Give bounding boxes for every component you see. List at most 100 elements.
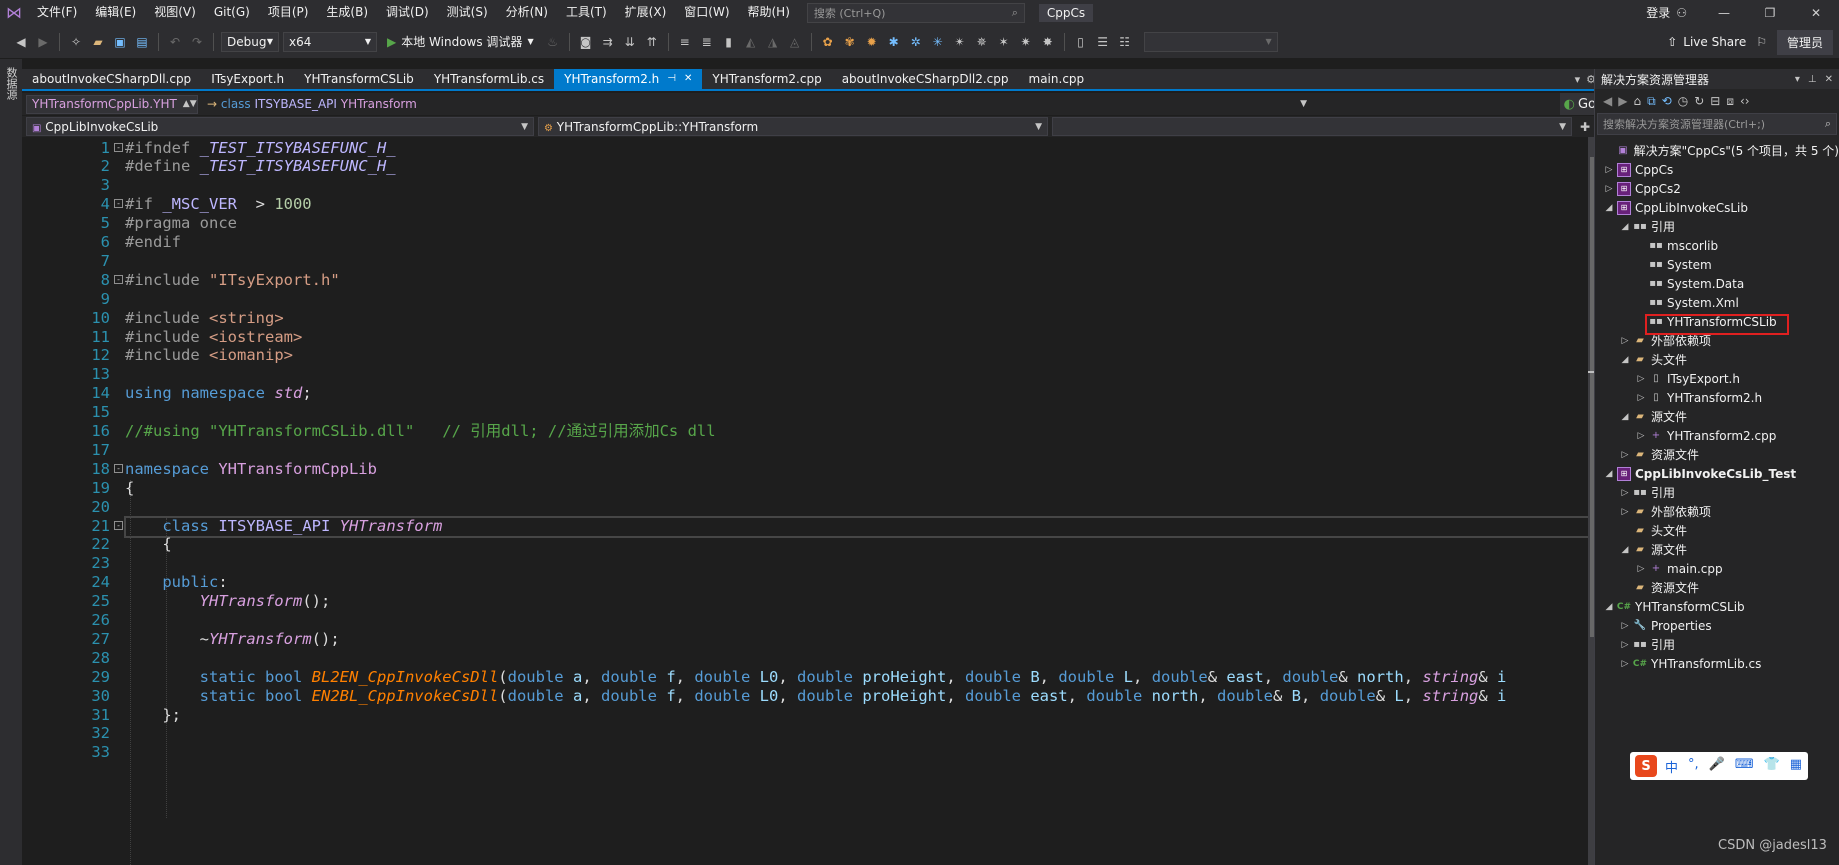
tab-aboutinvokecsharpdll-cpp[interactable]: aboutInvokeCSharpDll.cpp (22, 69, 201, 89)
tree-item[interactable]: ▷ ▰ 资源文件 (1595, 445, 1839, 464)
member-select[interactable]: ⚙ YHTransformCppLib::YHTransform ▼ (538, 117, 1048, 136)
project-select[interactable]: ▣ CppLibInvokeCsLib ▼ (26, 117, 534, 136)
menu-item[interactable]: 调试(D) (377, 0, 438, 25)
collapsed-arrow-icon[interactable]: ▷ (1619, 621, 1631, 631)
collapsed-arrow-icon[interactable]: ▷ (1619, 640, 1631, 650)
menu-item[interactable]: 帮助(H) (739, 0, 799, 25)
tab-dropdown-icon[interactable]: ▾ (1575, 73, 1581, 86)
next-bookmark-icon[interactable]: ◮ (764, 33, 782, 51)
output-icon[interactable]: ✸ (1039, 33, 1057, 51)
collapsed-arrow-icon[interactable]: ▷ (1619, 659, 1631, 669)
collapsed-arrow-icon[interactable]: ▷ (1619, 450, 1631, 460)
ime-item[interactable]: 👕 (1764, 757, 1780, 776)
configuration-select[interactable]: Debug ▼ (221, 31, 279, 52)
tree-item[interactable]: ▰ 头文件 (1595, 521, 1839, 540)
tree-item[interactable]: ▷ 🔧 Properties (1595, 616, 1839, 635)
ime-item[interactable]: °, (1688, 757, 1699, 776)
save-icon[interactable]: ▣ (111, 33, 129, 51)
tree-item[interactable]: ▷ ▪▪ 引用 (1595, 483, 1839, 502)
expanded-arrow-icon[interactable]: ◢ (1603, 469, 1615, 479)
tab-main-cpp[interactable]: main.cpp (1019, 69, 1095, 89)
forward-icon[interactable]: ▶ (1618, 94, 1627, 108)
tab-itsyexport-h[interactable]: ITsyExport.h (201, 69, 294, 89)
tree-item[interactable]: ▷ ▯ YHTransform2.h (1595, 388, 1839, 407)
find-icon[interactable]: ✹ (863, 33, 881, 51)
tab-aboutinvokecsharpdll2-cpp[interactable]: aboutInvokeCSharpDll2.cpp (832, 69, 1019, 89)
tree-item[interactable]: ◢ C# YHTransformCSLib (1595, 597, 1839, 616)
tree-item[interactable]: ▪▪ System.Data (1595, 274, 1839, 293)
expanded-arrow-icon[interactable]: ◢ (1619, 545, 1631, 555)
menu-item[interactable]: 生成(B) (317, 0, 377, 25)
ime-item[interactable]: 🎤 (1709, 757, 1725, 776)
scope-select[interactable]: YHTransformCppLib.YHT ▲▼ (26, 94, 198, 114)
step-over-icon[interactable]: ⇉ (599, 33, 617, 51)
prev-bookmark-icon[interactable]: ◭ (742, 33, 760, 51)
restore-button[interactable]: ❐ (1747, 0, 1793, 25)
ime-item[interactable]: ▦ (1790, 757, 1802, 776)
fold-toggle[interactable]: - (114, 142, 123, 152)
collapsed-arrow-icon[interactable]: ▷ (1603, 165, 1615, 175)
account-icon[interactable]: ⚇ (1676, 6, 1687, 20)
menu-item[interactable]: 扩展(X) (616, 0, 676, 25)
bookmark-icon[interactable]: ▮ (720, 33, 738, 51)
collapsed-arrow-icon[interactable]: ▷ (1619, 336, 1631, 346)
locals-icon[interactable]: ✲ (907, 33, 925, 51)
menu-item[interactable]: 工具(T) (557, 0, 616, 25)
start-debugging-button[interactable]: ▶ 本地 Windows 调试器 ▼ (381, 33, 540, 50)
tree-item[interactable]: ▣ 解决方案"CppCs"(5 个项目，共 5 个) (1595, 141, 1839, 160)
tree-item[interactable]: ▷ ▯ ITsyExport.h (1595, 369, 1839, 388)
code-editor[interactable]: 1- #ifndef _TEST_ITSYBASEFUNC_H_ 2 #define … (22, 137, 1600, 865)
close-button[interactable]: ✕ (1793, 0, 1839, 25)
collapsed-arrow-icon[interactable]: ▷ (1619, 507, 1631, 517)
back-icon[interactable]: ◀ (1603, 94, 1612, 108)
undo-icon[interactable]: ↶ (166, 33, 184, 51)
new-project-icon[interactable]: ✧ (67, 33, 85, 51)
split-editor-icon[interactable]: ✚ (1580, 120, 1590, 134)
collapsed-arrow-icon[interactable]: ▷ (1619, 488, 1631, 498)
menu-item[interactable]: 测试(S) (438, 0, 497, 25)
sogou-ime-logo[interactable]: S (1635, 755, 1657, 777)
callstack-icon[interactable]: ✳ (929, 33, 947, 51)
panel-menu-icon[interactable]: ▾ (1795, 74, 1800, 85)
close-icon[interactable]: ✕ (684, 69, 692, 89)
back-icon[interactable]: ◀ (12, 33, 30, 51)
tree-item[interactable]: ◢ ▰ 头文件 (1595, 350, 1839, 369)
debug-tools-icon[interactable]: ✿ (819, 33, 837, 51)
collapsed-arrow-icon[interactable]: ▷ (1635, 564, 1647, 574)
data-sources-tab[interactable]: 数据源 (3, 67, 19, 100)
tree-item[interactable]: ▷ ⊞ CppCs2 (1595, 179, 1839, 198)
tab-yhtransform2-h[interactable]: YHTransform2.h ⊣ ✕ (554, 69, 703, 89)
refresh-icon[interactable]: ↻ (1694, 94, 1704, 108)
modules-icon[interactable]: ✵ (973, 33, 991, 51)
tree-item[interactable]: ▪▪ System (1595, 255, 1839, 274)
code-view-icon[interactable]: ‹› (1740, 94, 1750, 108)
menu-item[interactable]: 项目(P) (259, 0, 318, 25)
tree-item[interactable]: ▰ 资源文件 (1595, 578, 1839, 597)
step-out-icon[interactable]: ⇈ (643, 33, 661, 51)
tree-item[interactable]: ▷ ▰ 外部依赖项 (1595, 502, 1839, 521)
tab-yhtransformlib-cs[interactable]: YHTransformLib.cs (424, 69, 554, 89)
tree-item[interactable]: ◢ ▰ 源文件 (1595, 540, 1839, 559)
fold-toggle[interactable]: - (114, 274, 123, 284)
collapsed-arrow-icon[interactable]: ▷ (1635, 393, 1647, 403)
format-icon[interactable]: ☰ (1094, 33, 1112, 51)
show-all-files-icon[interactable]: ⧈ (1726, 94, 1734, 109)
expanded-arrow-icon[interactable]: ◢ (1619, 412, 1631, 422)
platform-select[interactable]: x64 ▼ (283, 31, 377, 52)
clear-bookmarks-icon[interactable]: ◬ (786, 33, 804, 51)
function-select[interactable]: ▼ (1052, 117, 1572, 136)
diagnostics-icon[interactable]: ✾ (841, 33, 859, 51)
solution-search-input[interactable]: 搜索解决方案资源管理器(Ctrl+;) ⌕ (1597, 113, 1837, 135)
tree-item[interactable]: ▪▪ mscorlib (1595, 236, 1839, 255)
tree-item[interactable]: ▷ + main.cpp (1595, 559, 1839, 578)
properties-icon[interactable]: ☷ (1116, 33, 1134, 51)
fold-toggle[interactable]: - (114, 199, 123, 209)
fold-toggle[interactable]: - (114, 463, 123, 473)
menu-item[interactable]: 窗口(W) (675, 0, 738, 25)
live-share-button[interactable]: ⇧ Live Share (1667, 35, 1746, 49)
search-input[interactable]: 搜索 (Ctrl+Q) ⌕ (806, 2, 1025, 23)
collapsed-arrow-icon[interactable]: ▷ (1635, 374, 1647, 384)
tree-item[interactable]: ▷ C# YHTransformLib.cs (1595, 654, 1839, 673)
memory-icon[interactable]: ✶ (995, 33, 1013, 51)
class-select[interactable]: → class ITSYBASE_API YHTransform ▼ (202, 94, 1312, 114)
